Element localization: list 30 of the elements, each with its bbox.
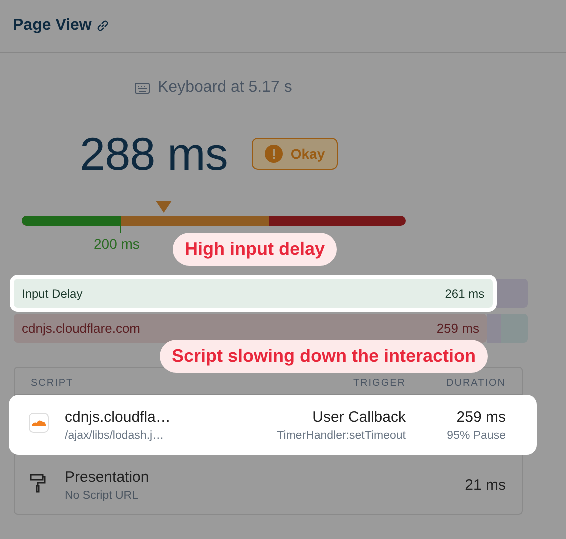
script-name: cdnjs.cloudfla… <box>65 408 172 426</box>
script-row[interactable]: Presentation No Script URL 21 ms <box>15 455 522 515</box>
page-title: Page View <box>13 17 92 35</box>
keyboard-icon <box>135 82 150 94</box>
column-header: DURATION <box>446 378 506 389</box>
script-name: Presentation <box>65 468 150 486</box>
paint-roller-icon <box>29 472 47 492</box>
link-icon[interactable] <box>96 19 110 33</box>
callout-label: High input delay <box>173 233 338 266</box>
cloud-icon <box>29 412 49 432</box>
script-url: No Script URL <box>65 490 140 502</box>
duration-value: 288 ms <box>80 127 228 181</box>
warning-icon <box>264 145 283 163</box>
bar-value: 259 ms <box>436 321 480 336</box>
callout-label: Script slowing down the interaction <box>160 340 488 373</box>
duration-cell-text: 259 ms <box>456 408 506 426</box>
rating-badge: Okay <box>252 138 338 170</box>
duration-cell-text: 21 ms <box>464 476 506 494</box>
threshold-label: 200 ms <box>94 236 140 252</box>
bar-label: cdnjs.cloudflare.com <box>22 321 140 336</box>
bar-label: Input Delay <box>22 286 83 300</box>
bar-value: 261 ms <box>445 286 485 300</box>
trigger-name: User Callback <box>312 408 406 426</box>
duration-detail: 95% Pause <box>446 430 506 442</box>
interaction-label: Keyboard at 5.17 s <box>158 79 292 97</box>
column-header: TRIGGER <box>352 378 406 389</box>
column-header: SCRIPT <box>31 378 75 389</box>
script-row[interactable]: cdnjs.cloudfla… /ajax/libs/lodash.j… User Callback TimerHandler:setTimeout 259 ms 95% Pause <box>9 395 537 455</box>
trigger-detail: TimerHandler:setTimeout <box>276 430 406 442</box>
script-url: /ajax/libs/lodash.j… <box>65 430 166 442</box>
